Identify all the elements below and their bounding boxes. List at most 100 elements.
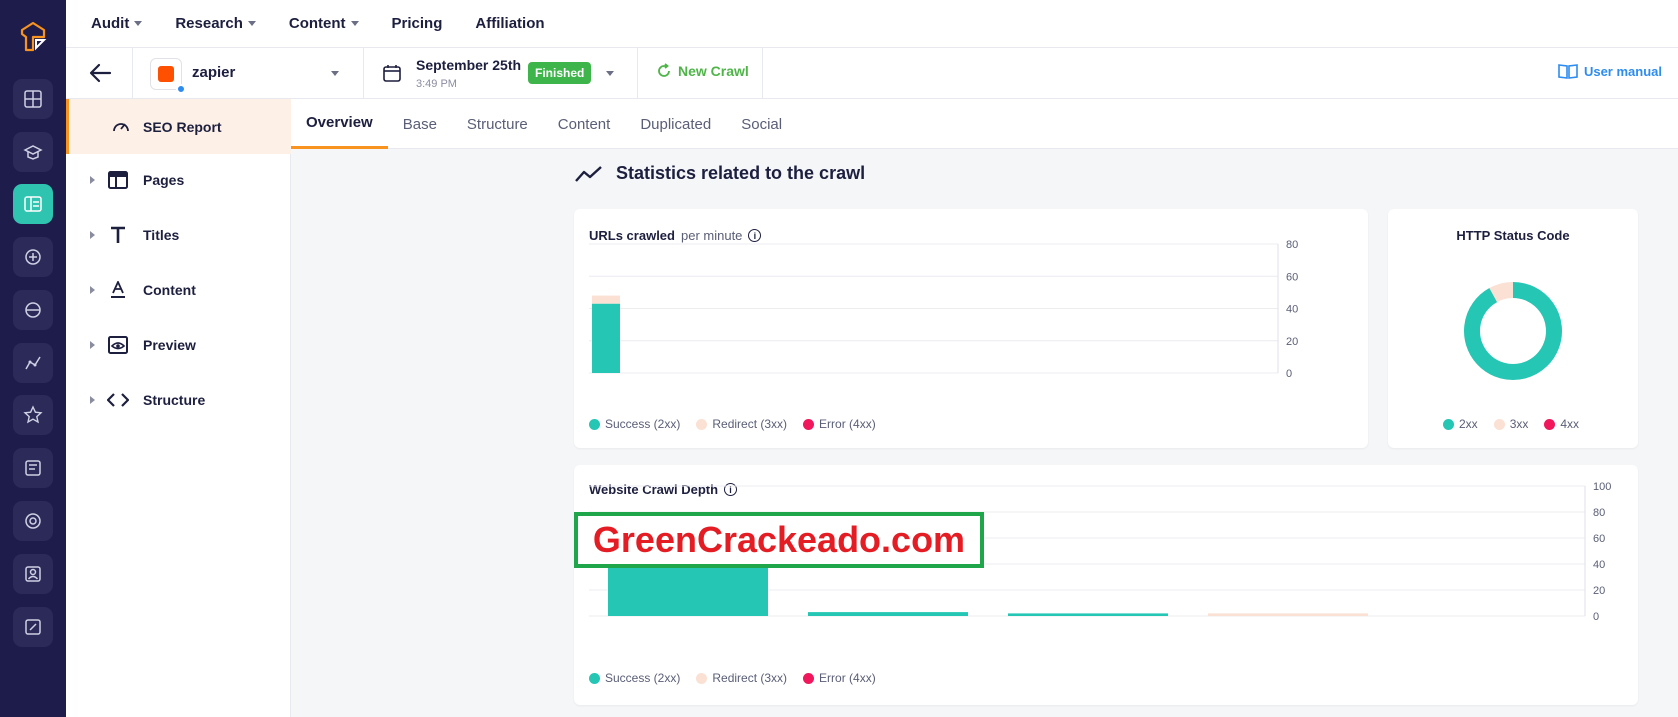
legend-success[interactable]: Success (2xx): [589, 671, 680, 685]
nav-audit[interactable]: Audit: [91, 15, 143, 32]
nav-affiliation-label: Affiliation: [475, 15, 545, 32]
y-tick-label: 0: [1593, 611, 1599, 623]
legend-4xx[interactable]: 4xx: [1544, 417, 1579, 431]
eye-icon: [107, 334, 129, 356]
site-audit-icon[interactable]: [13, 184, 53, 224]
legend-redirect[interactable]: Redirect (3xx): [696, 417, 787, 431]
tab-overview[interactable]: Overview: [291, 99, 388, 149]
sidebar-item-structure[interactable]: Structure: [66, 380, 291, 420]
crawl-time: 3:49 PM: [416, 78, 457, 90]
refresh-icon: [658, 63, 670, 77]
y-tick-label: 80: [1593, 507, 1605, 519]
site-selector[interactable]: zapier: [192, 64, 235, 81]
nav-research[interactable]: Research: [175, 15, 256, 32]
y-tick-label: 0: [1286, 368, 1292, 380]
legend-2xx[interactable]: 2xx: [1443, 417, 1478, 431]
keywords-icon[interactable]: [13, 290, 53, 330]
code-icon: [107, 389, 129, 411]
text-icon: [107, 279, 129, 301]
report-sidebar: SEO Report Pages Titles Content Preview …: [66, 99, 291, 717]
sidebar-item-preview[interactable]: Preview: [66, 325, 291, 365]
status-dot: [176, 84, 186, 94]
back-arrow-icon[interactable]: [88, 60, 114, 86]
tab-content[interactable]: Content: [543, 99, 626, 149]
legend-label: 3xx: [1509, 417, 1529, 431]
edit-icon[interactable]: [13, 607, 53, 647]
legend-swatch: [803, 672, 815, 684]
legend-success[interactable]: Success (2xx): [589, 417, 680, 431]
app-logo-icon[interactable]: [16, 20, 50, 54]
nav-content-label: Content: [288, 15, 346, 32]
bar-redirect: [1208, 613, 1368, 616]
crawl-depth-card: Website Crawl Depth i 0 20 40 60 80 100 Succe…: [574, 465, 1638, 705]
legend-label: 2xx: [1459, 417, 1478, 431]
expand-icon: [90, 231, 95, 239]
legend-swatch: [1544, 418, 1556, 430]
sidebar-item-label: Titles: [143, 227, 180, 243]
profile-icon[interactable]: [13, 554, 53, 594]
expand-icon: [90, 396, 95, 404]
dashboard-icon[interactable]: [13, 79, 53, 119]
title-icon: [107, 224, 129, 246]
divider: [363, 48, 364, 98]
calendar-icon[interactable]: [382, 63, 402, 83]
http-status-donut: [1464, 282, 1562, 380]
user-manual-link[interactable]: User manual: [1558, 63, 1662, 79]
new-crawl-button[interactable]: New Crawl: [656, 63, 749, 79]
legend-redirect[interactable]: Redirect (3xx): [696, 671, 787, 685]
legend-swatch: [1443, 418, 1454, 430]
legend-swatch: [589, 418, 600, 430]
y-tick-label: 40: [1593, 559, 1605, 571]
y-tick-label: 60: [1286, 271, 1298, 283]
nav-pricing[interactable]: Pricing: [392, 15, 443, 32]
legend-label: Redirect (3xx): [712, 417, 788, 431]
bar-success: [1008, 613, 1168, 616]
academy-icon[interactable]: [13, 132, 53, 172]
legend-error[interactable]: Error (4xx): [803, 671, 876, 685]
reports-icon[interactable]: [13, 448, 53, 488]
sidebar-item-titles[interactable]: Titles: [66, 215, 291, 255]
sidebar-item-pages[interactable]: Pages: [66, 160, 291, 200]
new-crawl-label: New Crawl: [678, 63, 749, 79]
chevron-down-icon: [134, 21, 143, 26]
sidebar-item-seo-report[interactable]: SEO Report: [66, 99, 291, 154]
chevron-down-icon[interactable]: [606, 71, 614, 76]
bar-redirect: [592, 295, 620, 304]
watermark-text: GreenCrackeado.com: [574, 512, 984, 568]
favorites-icon[interactable]: [13, 395, 53, 435]
sidebar-item-content[interactable]: Content: [66, 270, 291, 310]
legend-3xx[interactable]: 3xx: [1493, 417, 1529, 431]
legend-error[interactable]: Error (4xx): [803, 417, 876, 431]
legend-label: Error (4xx): [819, 671, 876, 685]
sidebar-item-label: Preview: [143, 337, 196, 353]
site-favicon[interactable]: [150, 58, 186, 94]
zapier-logo-icon: [158, 66, 174, 82]
target-icon[interactable]: [13, 501, 53, 541]
divider: [762, 48, 763, 98]
layout-icon: [107, 169, 129, 191]
crawl-date[interactable]: September 25th: [416, 57, 521, 73]
chevron-down-icon[interactable]: [331, 71, 339, 76]
tab-structure[interactable]: Structure: [452, 99, 543, 149]
nav-content[interactable]: Content: [289, 15, 359, 32]
sidebar-item-label: Pages: [143, 172, 185, 188]
legend-label: Error (4xx): [819, 417, 876, 431]
divider: [132, 48, 133, 98]
nav-affiliation[interactable]: Affiliation: [475, 15, 544, 32]
tab-base[interactable]: Base: [388, 99, 452, 149]
status-badge: Finished: [528, 62, 592, 84]
nav-pricing-label: Pricing: [391, 15, 443, 32]
backlinks-icon[interactable]: [13, 237, 53, 277]
urls-legend: Success (2xx) Redirect (3xx) Error (4xx): [589, 417, 876, 431]
http-status-card: HTTP Status Code 2xx 3xx 4xx: [1388, 209, 1638, 448]
tab-social[interactable]: Social: [726, 99, 797, 149]
rank-tracker-icon[interactable]: [13, 343, 53, 383]
y-tick-label: 100: [1593, 481, 1611, 493]
bar-success: [808, 612, 968, 616]
expand-icon: [90, 286, 95, 294]
bar-success: [608, 566, 768, 616]
donut-slice-3xx: [1489, 282, 1514, 303]
top-nav: Audit Research Content Pricing Affiliati…: [66, 0, 1678, 48]
legend-label: 4xx: [1560, 417, 1580, 431]
tab-duplicated[interactable]: Duplicated: [625, 99, 726, 149]
